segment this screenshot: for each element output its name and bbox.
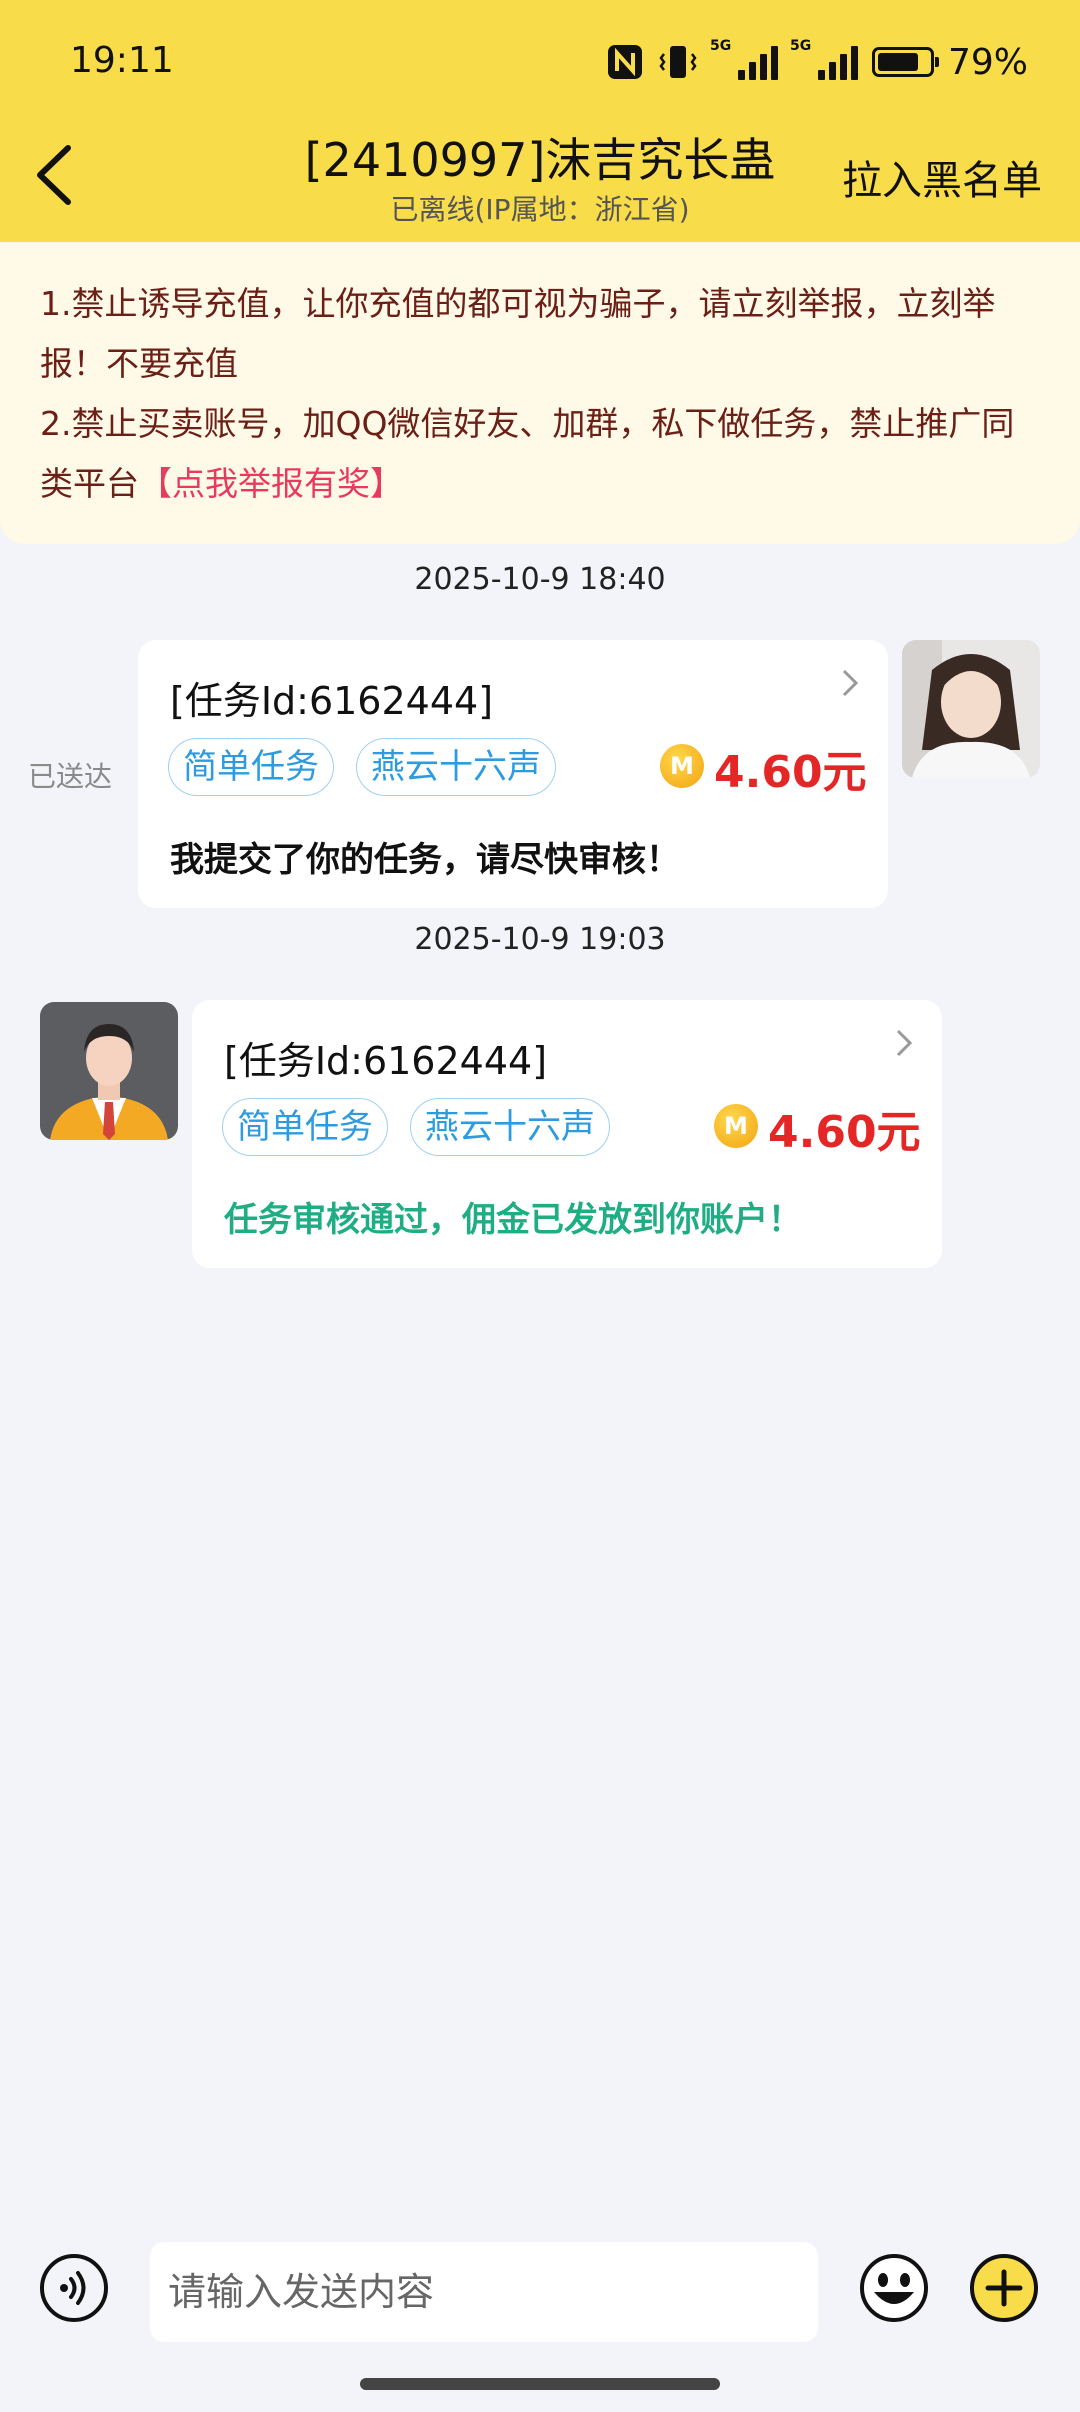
game-tag: 燕云十六声 xyxy=(356,738,556,796)
signal-icon: 5G xyxy=(790,38,858,80)
voice-icon[interactable] xyxy=(38,2252,110,2324)
chevron-right-icon xyxy=(842,669,859,697)
task-id: [任务Id:6162444] xyxy=(170,679,494,723)
vibrate-icon xyxy=(659,46,697,78)
network-label: 5G xyxy=(789,38,812,54)
message-timestamp: 2025-10-9 19:03 xyxy=(414,922,666,957)
signal-icon: 5G xyxy=(710,38,778,80)
game-tag: 燕云十六声 xyxy=(410,1098,610,1156)
home-indicator[interactable] xyxy=(360,2378,720,2390)
notice-line-1: 1.禁止诱导充值，让你充值的都可视为骗子，请立刻举报，立刻举报！不要充值 xyxy=(40,284,996,383)
task-card[interactable]: [任务Id:6162444] 简单任务 燕云十六声 M 4.60元 任务审核通过… xyxy=(192,1000,942,1268)
plus-icon[interactable] xyxy=(968,2252,1040,2324)
task-tag: 简单任务 xyxy=(168,738,334,796)
message-input[interactable]: 请输入发送内容 xyxy=(150,2242,818,2342)
task-price: 4.60元 xyxy=(714,747,867,798)
task-card[interactable]: [任务Id:6162444] 简单任务 燕云十六声 M 4.60元 我提交了你的… xyxy=(138,640,888,908)
report-link[interactable]: 【点我举报有奖】 xyxy=(139,464,403,503)
coin-icon: M xyxy=(714,1104,758,1148)
coin-icon: M xyxy=(660,744,704,788)
header-bar: 19:11 5G 5G 79% [2410997]沫吉究长蛊 已离线(IP属地：… xyxy=(0,0,1080,242)
network-label: 5G xyxy=(709,38,732,54)
notice-banner: 1.禁止诱导充值，让你充值的都可视为骗子，请立刻举报，立刻举报！不要充值 2.禁… xyxy=(0,242,1080,544)
notice-line-2: 2.禁止买卖账号，加QQ微信好友、加群，私下做任务，禁止推广同类平台【点我举报有… xyxy=(40,394,1040,514)
battery-level xyxy=(877,53,918,71)
task-price: 4.60元 xyxy=(768,1107,921,1158)
task-tag: 简单任务 xyxy=(222,1098,388,1156)
status-icons: 5G 5G 79% xyxy=(606,36,1028,88)
avatar[interactable] xyxy=(902,640,1040,778)
nfc-icon xyxy=(607,45,642,79)
battery-icon xyxy=(871,47,939,77)
message-text: 我提交了你的任务，请尽快审核！ xyxy=(170,840,680,880)
message-timestamp: 2025-10-9 18:40 xyxy=(414,562,666,597)
status-time: 19:11 xyxy=(70,40,174,81)
message-text: 任务审核通过，佣金已发放到你账户！ xyxy=(224,1200,802,1240)
avatar[interactable] xyxy=(40,1002,178,1140)
battery-text: 79% xyxy=(947,41,1028,83)
task-id: [任务Id:6162444] xyxy=(224,1039,548,1083)
emoji-icon[interactable] xyxy=(858,2252,930,2324)
chevron-right-icon xyxy=(896,1029,913,1057)
delivery-status: 已送达 xyxy=(28,760,113,793)
blacklist-button[interactable]: 拉入黑名单 xyxy=(842,148,1042,206)
